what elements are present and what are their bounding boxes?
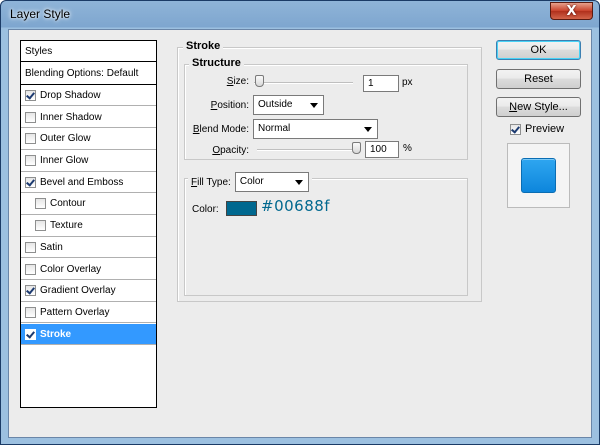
style-item-label: Bevel and Emboss (40, 176, 124, 188)
style-item-label: Texture (50, 220, 83, 232)
style-item-label: Inner Shadow (40, 111, 102, 123)
preview-box (507, 143, 570, 208)
close-icon: X (566, 3, 577, 19)
style-checkbox[interactable] (35, 220, 46, 232)
style-item-styles: Styles (21, 41, 156, 62)
style-item-stroke[interactable]: Stroke (21, 324, 156, 346)
style-item-label: Satin (40, 241, 63, 253)
style-checkbox[interactable] (25, 176, 36, 188)
dialog-client-area: Styles Blending Options: Default Drop Shad… (8, 29, 592, 438)
style-item-pattern-overlay[interactable]: Pattern Overlay (21, 302, 156, 324)
style-checkbox[interactable] (25, 328, 36, 340)
fill-type-label: Fill Type: (191, 176, 231, 188)
fill-type-value: Color (239, 176, 264, 187)
reset-button[interactable]: Reset (496, 69, 581, 89)
style-item-bevel-and-emboss[interactable]: Bevel and Emboss (21, 172, 156, 194)
style-checkbox[interactable] (25, 306, 36, 318)
size-input[interactable]: 1 (363, 75, 399, 92)
style-item-satin[interactable]: Satin (21, 237, 156, 259)
fill-group (184, 178, 468, 296)
close-button[interactable]: X (550, 2, 593, 20)
blend-mode-select[interactable]: Normal (253, 119, 378, 139)
color-hex-value: #00688f (261, 197, 331, 215)
color-swatch[interactable] (226, 201, 257, 216)
window-title: Layer Style (10, 7, 71, 21)
position-label: Position: (210, 100, 249, 111)
size-label: Size: (226, 76, 249, 87)
style-item-label: Stroke (40, 328, 72, 340)
styles-list: Styles Blending Options: Default Drop Shad… (20, 40, 157, 408)
blend-mode-value: Normal (258, 123, 291, 134)
chevron-down-icon (294, 180, 303, 185)
style-item-blending-options-default[interactable]: Blending Options: Default (21, 64, 156, 85)
style-checkbox[interactable] (25, 285, 36, 297)
preview-label: Preview (525, 123, 565, 135)
position-select[interactable]: Outside (253, 95, 324, 115)
style-item-outer-glow[interactable]: Outer Glow (21, 129, 156, 150)
preview-thumbnail (521, 158, 556, 193)
opacity-label: Opacity: (212, 145, 249, 156)
style-item-inner-glow[interactable]: Inner Glow (21, 151, 156, 172)
preview-toggle[interactable]: Preview (510, 123, 564, 135)
style-item-label: Contour (50, 198, 86, 210)
style-item-label: Drop Shadow (40, 89, 101, 101)
size-slider-thumb[interactable] (254, 75, 264, 87)
style-item-drop-shadow[interactable]: Drop Shadow (21, 85, 156, 107)
style-item-label: Outer Glow (40, 133, 91, 145)
opacity-unit: % (403, 143, 412, 154)
chevron-down-icon (364, 127, 372, 132)
style-checkbox[interactable] (25, 133, 36, 145)
layer-style-window: Layer Style X Styles Blending Options: De… (0, 0, 600, 445)
opacity-input[interactable]: 100 (365, 141, 399, 158)
size-slider-track[interactable] (254, 82, 353, 84)
opacity-slider-thumb[interactable] (352, 142, 361, 154)
style-checkbox[interactable] (25, 155, 36, 166)
style-item-color-overlay[interactable]: Color Overlay (21, 259, 156, 280)
blend-mode-label: Blend Mode: (192, 124, 249, 135)
fill-type-select[interactable]: Color (234, 172, 309, 192)
structure-group-title: Structure (189, 57, 244, 69)
style-item-inner-shadow[interactable]: Inner Shadow (21, 107, 156, 129)
title-bar[interactable]: Layer Style X (1, 1, 599, 29)
style-item-label: Styles (25, 45, 53, 57)
style-checkbox[interactable] (25, 263, 36, 275)
preview-checkbox[interactable] (510, 123, 521, 135)
style-item-label: Gradient Overlay (40, 285, 116, 297)
color-label: Color: (192, 204, 219, 215)
new-style-button[interactable]: New Style... (496, 97, 581, 117)
size-unit: px (402, 77, 413, 88)
style-checkbox[interactable] (25, 241, 36, 253)
style-checkbox[interactable] (25, 89, 36, 101)
ok-button[interactable]: OK (496, 40, 581, 60)
stroke-group-title: Stroke (183, 40, 224, 52)
opacity-slider-track[interactable] (257, 149, 356, 151)
style-checkbox[interactable] (25, 111, 36, 123)
style-item-label: Pattern Overlay (40, 306, 110, 318)
position-value: Outside (258, 99, 293, 110)
fill-type-row: Fill Type: Color (188, 170, 312, 194)
style-item-contour[interactable]: Contour (21, 194, 156, 215)
style-item-label: Blending Options: Default (25, 68, 139, 80)
style-checkbox[interactable] (35, 198, 46, 210)
style-item-gradient-overlay[interactable]: Gradient Overlay (21, 281, 156, 302)
style-item-label: Inner Glow (40, 155, 89, 166)
style-item-texture[interactable]: Texture (21, 216, 156, 237)
chevron-down-icon (310, 103, 318, 108)
style-item-label: Color Overlay (40, 263, 102, 275)
